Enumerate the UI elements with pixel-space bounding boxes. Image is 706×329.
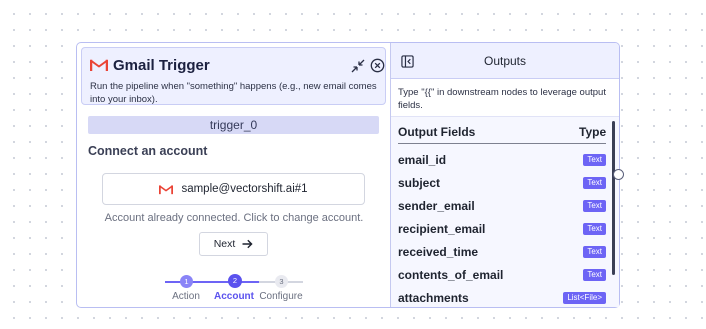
output-field-row[interactable]: received_time Text	[398, 243, 606, 261]
account-select-button[interactable]: sample@vectorshift.ai#1	[102, 173, 365, 205]
output-field-type-badge: Text	[583, 154, 606, 166]
outputs-title: Outputs	[483, 54, 527, 68]
stepper: 1 2 3 Action Account Configure	[77, 274, 391, 304]
outputs-description: Type "{{" in downstream nodes to leverag…	[398, 87, 606, 111]
next-button-label: Next	[213, 238, 236, 250]
output-field-name: received_time	[398, 245, 479, 259]
step-dot-configure[interactable]: 3	[275, 275, 288, 288]
output-field-row[interactable]: attachments List<File>	[398, 289, 606, 307]
output-field-row[interactable]: contents_of_email Text	[398, 266, 606, 284]
output-field-name: email_id	[398, 153, 447, 167]
output-field-type-badge: Text	[583, 223, 606, 235]
step-dot-account[interactable]: 2	[228, 274, 242, 288]
connect-account-label: Connect an account	[88, 144, 208, 158]
outputs-scrollbar[interactable]	[612, 121, 615, 275]
output-type-header: Type	[579, 125, 607, 139]
output-field-name: subject	[398, 176, 441, 190]
node-header: Gmail Trigger Run the pipeline when "som…	[81, 47, 386, 105]
node-name-field[interactable]: trigger_0	[88, 116, 379, 134]
gmail-logo-icon	[159, 184, 174, 194]
output-field-row[interactable]: recipient_email Text	[398, 220, 606, 238]
output-fields-header: Output Fields	[398, 125, 476, 139]
output-field-row[interactable]: sender_email Text	[398, 197, 606, 215]
account-hint: Account already connected. Click to chan…	[104, 212, 364, 224]
next-button[interactable]: Next	[199, 232, 268, 256]
output-field-row[interactable]: email_id Text	[398, 151, 606, 169]
step-label-configure: Configure	[259, 291, 303, 302]
close-circle-icon[interactable]	[370, 58, 385, 73]
outputs-header: Outputs	[391, 43, 619, 79]
output-field-type-badge: Text	[583, 269, 606, 281]
collapse-arrows-icon[interactable]	[351, 59, 365, 73]
gmail-trigger-node[interactable]: Gmail Trigger Run the pipeline when "som…	[76, 42, 620, 308]
step-dot-action[interactable]: 1	[180, 275, 193, 288]
node-title: Gmail Trigger	[113, 57, 210, 74]
output-field-type-badge: Text	[583, 200, 606, 212]
trigger-config-pane: Gmail Trigger Run the pipeline when "som…	[77, 43, 391, 307]
output-field-type-badge: Text	[583, 246, 606, 258]
output-field-name: attachments	[398, 291, 469, 305]
output-field-name: contents_of_email	[398, 268, 504, 282]
output-field-row[interactable]: subject Text	[398, 174, 606, 192]
output-field-name: recipient_email	[398, 222, 486, 236]
output-connection-handle[interactable]	[613, 169, 624, 180]
node-description: Run the pipeline when "something" happen…	[90, 81, 377, 105]
output-field-name: sender_email	[398, 199, 475, 213]
arrow-right-icon	[242, 239, 253, 249]
account-email: sample@vectorshift.ai#1	[181, 183, 308, 195]
gmail-logo-icon	[90, 59, 108, 71]
header-divider	[398, 143, 606, 144]
output-field-type-badge: List<File>	[563, 292, 606, 304]
outputs-pane: Outputs Type "{{" in downstream nodes to…	[391, 43, 619, 307]
output-field-type-badge: Text	[583, 177, 606, 189]
